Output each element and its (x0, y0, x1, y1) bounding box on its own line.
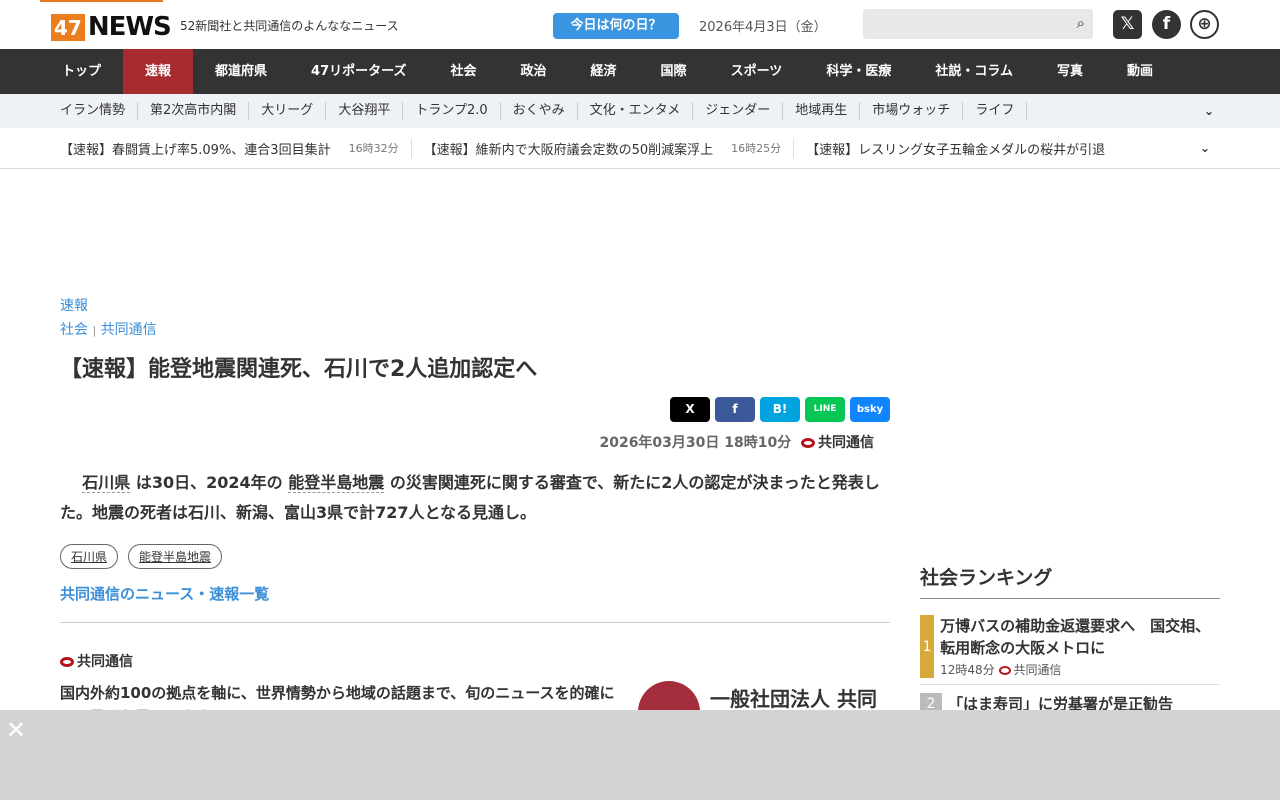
kyodo-logo-icon (801, 438, 815, 448)
rank-source: 共同通信 (1013, 663, 1062, 677)
share-buttons: X f B! LINE bsky (60, 397, 890, 422)
divider (60, 622, 890, 623)
section-link[interactable]: 社会 (60, 322, 88, 338)
article-source: 共同通信 (818, 435, 874, 451)
nav-international[interactable]: 国際 (639, 49, 709, 94)
globe-icon[interactable]: ⊕ (1190, 10, 1219, 39)
nav-top[interactable]: トップ (40, 49, 123, 94)
share-facebook-button[interactable]: f (715, 397, 755, 422)
ranking-sidebar: 社会ランキング 1 万博バスの補助金返還要求へ 国交相、転用断念の大阪メトロに … (920, 563, 1220, 721)
ticker-title: 【速報】レスリング女子五輪金メダルの桜井が引退 (806, 142, 1106, 158)
close-icon[interactable]: ✕ (6, 716, 26, 744)
nav-videos[interactable]: 動画 (1105, 49, 1175, 94)
more-news-link[interactable]: 共同通信のニュース・速報一覧 (60, 583, 890, 604)
topic-item[interactable]: おくやみ (501, 102, 578, 120)
ad-overlay: ✕ (0, 710, 1280, 800)
nav-47reporters[interactable]: 47リポーターズ (289, 49, 428, 94)
tagline: 52新聞社と共同通信のよんななニュース (180, 19, 399, 33)
rank-time: 12時48分 (940, 663, 995, 677)
article-body: 石川県 は30日、2024年の 能登半島地震 の災害関連死に関する審査で、新たに… (60, 468, 890, 528)
ticker-item[interactable]: 【速報】レスリング女子五輪金メダルの桜井が引退 (806, 139, 1117, 158)
topic-item[interactable]: 大リーグ (249, 102, 327, 120)
share-hatena-button[interactable]: B! (760, 397, 800, 422)
tag[interactable]: 能登半島地震 (128, 544, 223, 569)
provider-name: 共同通信 (77, 654, 133, 670)
logo-47: 47 (51, 13, 85, 41)
ticker-title: 【速報】維新内で大阪府議会定数の50削減案浮上 (423, 142, 714, 158)
ticker-item[interactable]: 【速報】維新内で大阪府議会定数の50削減案浮上 16時25分 (423, 138, 795, 158)
article-datetime: 2026年03月30日 18時10分 (599, 435, 792, 451)
current-date: 2026年4月3日（金） (699, 20, 827, 35)
ticker-time: 16時25分 (731, 142, 782, 155)
x-icon[interactable]: 𝕏 (1113, 10, 1142, 39)
news-ticker: 【速報】春闘賃上げ率5.09%、連合3回目集計 16時32分 【速報】維新内で大阪… (0, 128, 1280, 169)
nav-prefectures[interactable]: 都道府県 (193, 49, 289, 94)
article: 速報 社会 | 共同通信 【速報】能登地震関連死、石川で2人追加認定へ X f … (60, 295, 890, 743)
topic-item[interactable]: イラン情勢 (48, 102, 139, 120)
topic-item[interactable]: 地域再生 (783, 102, 861, 120)
top-bar: 47 NEWS 52新聞社と共同通信のよんななニュース 今日は何の日？ 2026年… (0, 0, 1280, 49)
nav-economy[interactable]: 経済 (569, 49, 639, 94)
facebook-icon[interactable]: f (1152, 10, 1181, 39)
ranking-title: 社会ランキング (920, 563, 1220, 599)
topic-item[interactable]: 市場ウォッチ (860, 102, 964, 120)
main-nav: トップ 速報 都道府県 47リポーターズ 社会 政治 経済 国際 スポーツ 科学… (0, 49, 1280, 94)
accent-line (40, 0, 163, 2)
kyodo-logo-icon (60, 657, 74, 667)
ticker-item[interactable]: 【速報】春闘賃上げ率5.09%、連合3回目集計 16時32分 (60, 138, 412, 158)
ranking-item[interactable]: 1 万博バスの補助金返還要求へ 国交相、転用断念の大阪メトロに 12時48分 共… (920, 615, 1220, 685)
topic-item[interactable]: トランプ2.0 (403, 102, 501, 120)
site-logo[interactable]: 47 NEWS (51, 12, 172, 42)
rank-number: 1 (920, 615, 935, 678)
ticker-time: 16時32分 (348, 142, 399, 155)
share-x-button[interactable]: X (670, 397, 710, 422)
rank-title: 万博バスの補助金返還要求へ 国交相、転用断念の大阪メトロに (940, 617, 1211, 657)
ticker-title: 【速報】春闘賃上げ率5.09%、連合3回目集計 (60, 142, 331, 158)
logo-news: NEWS (87, 12, 172, 42)
today-button[interactable]: 今日は何の日？ (553, 13, 679, 39)
nav-science[interactable]: 科学・医療 (804, 49, 913, 94)
chevron-down-icon[interactable]: ⌄ (1204, 104, 1214, 118)
article-title: 【速報】能登地震関連死、石川で2人追加認定へ (60, 357, 538, 382)
nav-photos[interactable]: 写真 (1035, 49, 1105, 94)
source-link[interactable]: 共同通信 (101, 322, 157, 338)
topic-item[interactable]: ライフ (963, 102, 1028, 120)
search-input[interactable]: ⌕ (863, 9, 1093, 39)
chevron-down-icon[interactable]: ⌄ (1195, 141, 1214, 155)
nav-sports[interactable]: スポーツ (709, 49, 805, 94)
nav-society[interactable]: 社会 (429, 49, 499, 94)
link-ishikawa[interactable]: 石川県 (82, 473, 131, 493)
topic-item[interactable]: ジェンダー (693, 102, 784, 120)
category-link[interactable]: 速報 (60, 295, 890, 315)
topic-item[interactable]: 第2次高市内閣 (138, 102, 250, 120)
kyodo-logo-icon (998, 666, 1011, 675)
body-text: は30日、2024年の (130, 473, 289, 492)
nav-politics[interactable]: 政治 (499, 49, 569, 94)
topic-nav: イラン情勢 第2次高市内閣 大リーグ 大谷翔平 トランプ2.0 おくやみ 文化・… (0, 94, 1280, 128)
tag[interactable]: 石川県 (60, 544, 119, 569)
link-noto-quake[interactable]: 能登半島地震 (288, 473, 385, 493)
topic-item[interactable]: 大谷翔平 (326, 102, 404, 120)
share-line-button[interactable]: LINE (805, 397, 845, 422)
search-icon[interactable]: ⌕ (1077, 14, 1085, 32)
topic-item[interactable]: 文化・エンタメ (578, 102, 694, 120)
nav-breaking[interactable]: 速報 (123, 49, 194, 94)
share-bluesky-button[interactable]: bsky (850, 397, 890, 422)
nav-editorial[interactable]: 社説・コラム (913, 49, 1035, 94)
